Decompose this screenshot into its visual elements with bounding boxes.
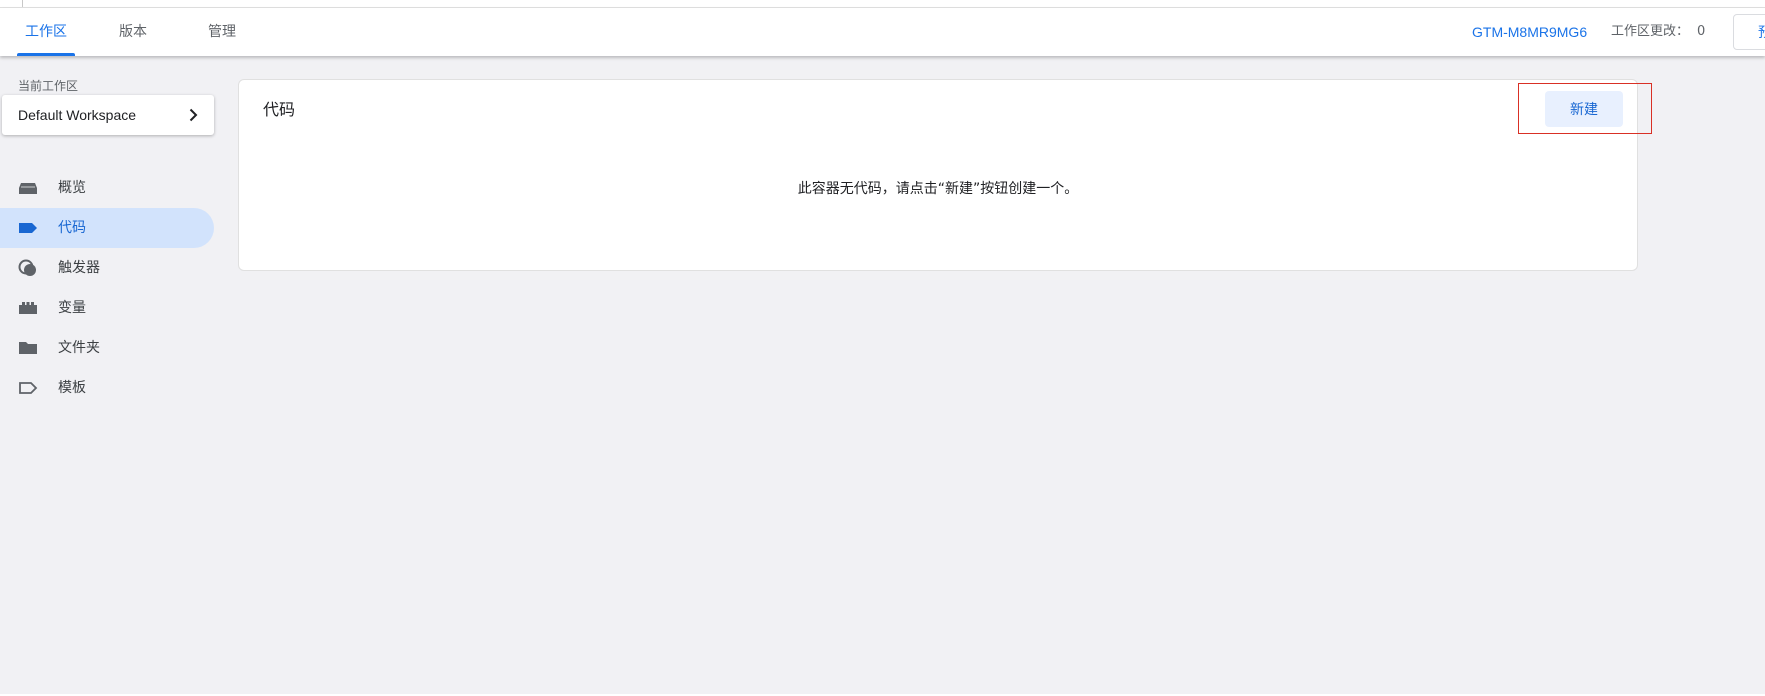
sidebar-item-triggers[interactable]: 触发器 [0, 248, 214, 288]
top-strip [0, 0, 1765, 8]
card-title: 代码 [263, 100, 296, 119]
sidebar-item-label: 代码 [58, 220, 86, 236]
workspace-selector[interactable]: Default Workspace [2, 95, 214, 135]
chevron-right-icon [189, 108, 198, 122]
sidebar-item-label: 变量 [58, 300, 86, 316]
tags-card: 代码 新建 此容器无代码，请点击“新建”按钮创建一个。 [238, 79, 1638, 271]
sidebar-nav: 概览 代码 触发器 变量 文件夹 模板 [0, 168, 214, 408]
tag-icon [19, 223, 37, 233]
tab-admin[interactable]: 管理 [208, 8, 236, 56]
preview-button[interactable]: 预览 [1733, 14, 1765, 50]
sidebar-item-overview[interactable]: 概览 [0, 168, 214, 208]
sidebar-item-label: 概览 [58, 180, 86, 196]
workspace-changes-label: 工作区更改： [1611, 24, 1690, 39]
overview-icon [19, 183, 37, 194]
sidebar-item-templates[interactable]: 模板 [0, 368, 214, 408]
workspace-changes: 工作区更改： 0 [1611, 8, 1705, 56]
workspace-changes-count: 0 [1697, 24, 1706, 39]
empty-state-message: 此容器无代码，请点击“新建”按钮创建一个。 [797, 181, 1079, 197]
folder-icon [19, 342, 37, 354]
tab-workspace[interactable]: 工作区 [17, 8, 75, 56]
sidebar-item-label: 模板 [58, 380, 86, 396]
sidebar-item-label: 触发器 [58, 260, 100, 276]
template-icon [19, 382, 38, 394]
workspace-name: Default Workspace [18, 107, 137, 123]
variable-icon [19, 302, 37, 314]
sidebar-item-variables[interactable]: 变量 [0, 288, 214, 328]
container-id-link[interactable]: GTM-M8MR9MG6 [1472, 8, 1587, 56]
divider [22, 0, 23, 7]
trigger-icon [18, 259, 36, 276]
sidebar-item-label: 文件夹 [58, 340, 100, 356]
new-tag-button[interactable]: 新建 [1545, 91, 1623, 127]
sidebar-item-folders[interactable]: 文件夹 [0, 328, 214, 368]
header-bar: 工作区 版本 管理 GTM-M8MR9MG6 工作区更改： 0 预览 [0, 8, 1765, 56]
current-workspace-label: 当前工作区 [18, 79, 79, 93]
sidebar-item-tags[interactable]: 代码 [0, 208, 214, 248]
tab-versions[interactable]: 版本 [119, 8, 147, 56]
